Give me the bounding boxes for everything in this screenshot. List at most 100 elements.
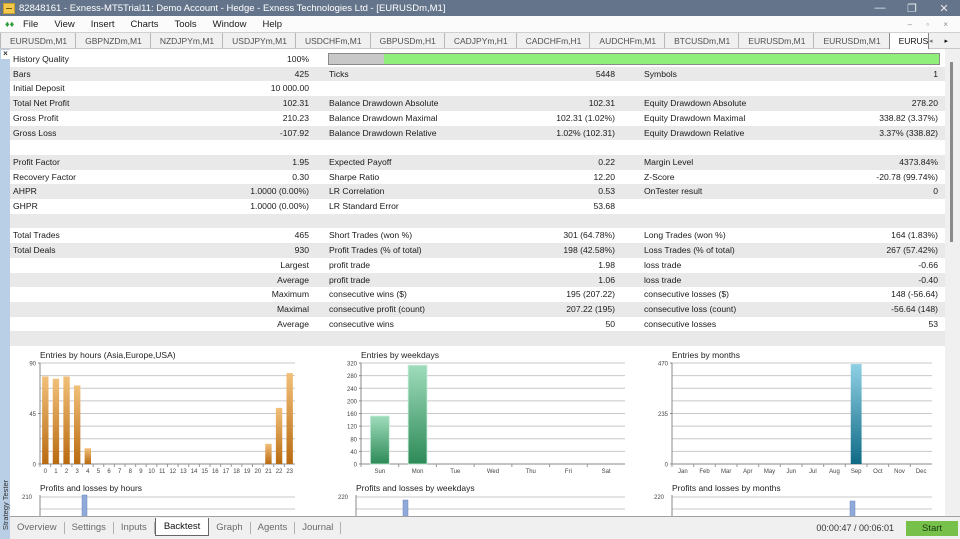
tab-settings[interactable]: Settings [65, 522, 114, 534]
report-row: Average profit trade 1.06 loss trade -0.40 [10, 272, 945, 288]
y-tick-label: 90 [29, 362, 36, 368]
bar [275, 407, 283, 464]
menu-tools[interactable]: Tools [174, 19, 196, 30]
x-tick-label: Fri [565, 469, 572, 475]
chart-tab[interactable]: USDCHFm,M1 [294, 33, 370, 48]
report-label: Symbols [644, 68, 677, 79]
x-tick-label: Aug [829, 469, 840, 475]
chart-tab[interactable]: EURUSDm,M1 [813, 33, 888, 48]
report-label: Total Trades [13, 230, 60, 241]
report-value: Maximum [271, 289, 309, 300]
menu-help[interactable]: Help [262, 19, 282, 30]
mdi-window-controls[interactable]: – ▫ × [908, 20, 954, 29]
report-value: -0.66 [918, 259, 938, 270]
x-tick-label: Jun [786, 469, 796, 475]
chart-title: Entries by hours (Asia,Europe,USA) [40, 350, 176, 360]
tab-backtest[interactable]: Backtest [154, 517, 210, 536]
menu-view[interactable]: View [54, 19, 74, 30]
report-label: LR Standard Error [329, 201, 399, 211]
scroll-left-icon[interactable]: ◂ [929, 37, 933, 45]
tab-agents[interactable]: Agents [251, 522, 296, 534]
minimize-button[interactable]: — [864, 2, 896, 14]
restore-button[interactable]: ❐ [896, 2, 928, 15]
scroll-right-icon[interactable]: ▸ [944, 37, 948, 45]
report-value: -0.40 [918, 274, 938, 285]
x-tick-label: 1 [54, 469, 58, 475]
report-label: LR Correlation [329, 186, 385, 197]
chart-tab[interactable]: NZDJPYm,M1 [149, 33, 222, 48]
report-label: Balance Drawdown Maximal [329, 112, 438, 123]
report-value: 1.0000 (0.00%) [250, 186, 309, 197]
report-row [10, 140, 945, 155]
report-label: Gross Loss [13, 127, 57, 138]
report-label: Profit Trades (% of total) [329, 245, 422, 256]
strategy-tester-sidebar [0, 49, 10, 539]
chart-tab[interactable]: EURUSDm,M1 [738, 33, 813, 48]
tab-inputs[interactable]: Inputs [114, 522, 155, 534]
chart-tab[interactable]: CADJPYm,H1 [443, 33, 516, 48]
chart-tab[interactable]: GBPUSDm,H1 [369, 33, 444, 48]
backtest-report: History Quality 100% Bars 425 Ticks 5448 Sym… [10, 49, 945, 516]
report-label: Total Deals [13, 245, 56, 256]
close-button[interactable]: ✕ [928, 2, 960, 15]
chart-0: Entries by hours (Asia,Europe,USA)045900… [29, 350, 295, 475]
start-button[interactable]: Start [906, 520, 958, 536]
report-value: 1.95 [292, 156, 309, 167]
report-label: Initial Deposit [13, 83, 65, 94]
menu-file[interactable]: File [23, 19, 38, 30]
pnl-chart-1: Profits and losses by weekdays 220 [338, 483, 625, 516]
report-row [10, 213, 945, 229]
chart-tab[interactable]: EURUSDm,M1 [0, 33, 75, 48]
y-tick-label: 210 [22, 495, 33, 501]
tab-overview[interactable]: Overview [10, 522, 65, 534]
menu-charts[interactable]: Charts [131, 19, 159, 30]
report-value: 5448 [595, 68, 615, 79]
x-tick-label: 13 [180, 469, 187, 475]
chart-tab[interactable]: EURUSDm,M1 [888, 33, 929, 50]
report-value: 12.20 [593, 171, 615, 182]
report-label: AHPR [13, 186, 37, 197]
chart-tab[interactable]: USDJPYm,M1 [222, 33, 295, 48]
report-value: 53.68 [593, 201, 615, 211]
y-tick-label: 0 [665, 463, 669, 469]
bar [63, 376, 70, 464]
report-label: consecutive wins ($) [329, 289, 407, 300]
report-scrollbar-thumb[interactable] [950, 62, 953, 242]
y-tick-label: 160 [347, 412, 358, 418]
y-tick-label: 40 [350, 450, 357, 456]
tab-journal[interactable]: Journal [295, 522, 342, 534]
report-value: 102.31 (1.02%) [556, 112, 615, 123]
history-quality-label: History Quality [13, 54, 69, 64]
chart-tab[interactable]: GBPNZDm,M1 [75, 33, 150, 48]
x-tick-label: Mar [721, 469, 731, 475]
close-panel-icon[interactable]: × [1, 50, 10, 59]
tab-graph[interactable]: Graph [209, 522, 251, 534]
report-label: Short Trades (won %) [329, 230, 413, 241]
report-label: Bars [13, 68, 31, 79]
menu-insert[interactable]: Insert [91, 19, 115, 30]
x-tick-label: Jul [809, 469, 817, 475]
x-tick-label: 5 [97, 469, 101, 475]
report-label: Profit Factor [13, 156, 60, 167]
y-tick-label: 45 [29, 412, 36, 418]
report-value: 102.31 [282, 98, 309, 109]
charts-svg: Entries by hours (Asia,Europe,USA)045900… [22, 350, 932, 516]
report-row: GHPR 1.0000 (0.00%) LR Standard Error 53.68 [10, 199, 945, 214]
title-bar: 82848161 - Exness-MT5Trial11: Demo Accou… [0, 0, 960, 16]
report-label: profit trade [329, 259, 371, 270]
report-value: -107.92 [279, 127, 309, 138]
report-value: 4373.84% [899, 156, 938, 167]
x-tick-label: 22 [276, 469, 283, 475]
report-value: 267 (57.42%) [886, 245, 938, 256]
chart-tab[interactable]: AUDCHFm,M1 [589, 33, 664, 48]
chart-tab[interactable]: BTCUSDm,M1 [664, 33, 738, 48]
report-value: 1.98 [598, 259, 615, 270]
chart-tab[interactable]: CADCHFm,H1 [515, 33, 590, 48]
chart-tabs-nav: ◂ ▸ [929, 33, 960, 48]
menu-window[interactable]: Window [213, 19, 247, 30]
report-label: Margin Level [644, 156, 694, 167]
report-row: Average consecutive wins 50 consecutive los… [10, 317, 945, 332]
x-tick-label: 8 [129, 469, 133, 475]
report-value: 50 [605, 318, 615, 329]
report-value: Largest [280, 259, 309, 270]
